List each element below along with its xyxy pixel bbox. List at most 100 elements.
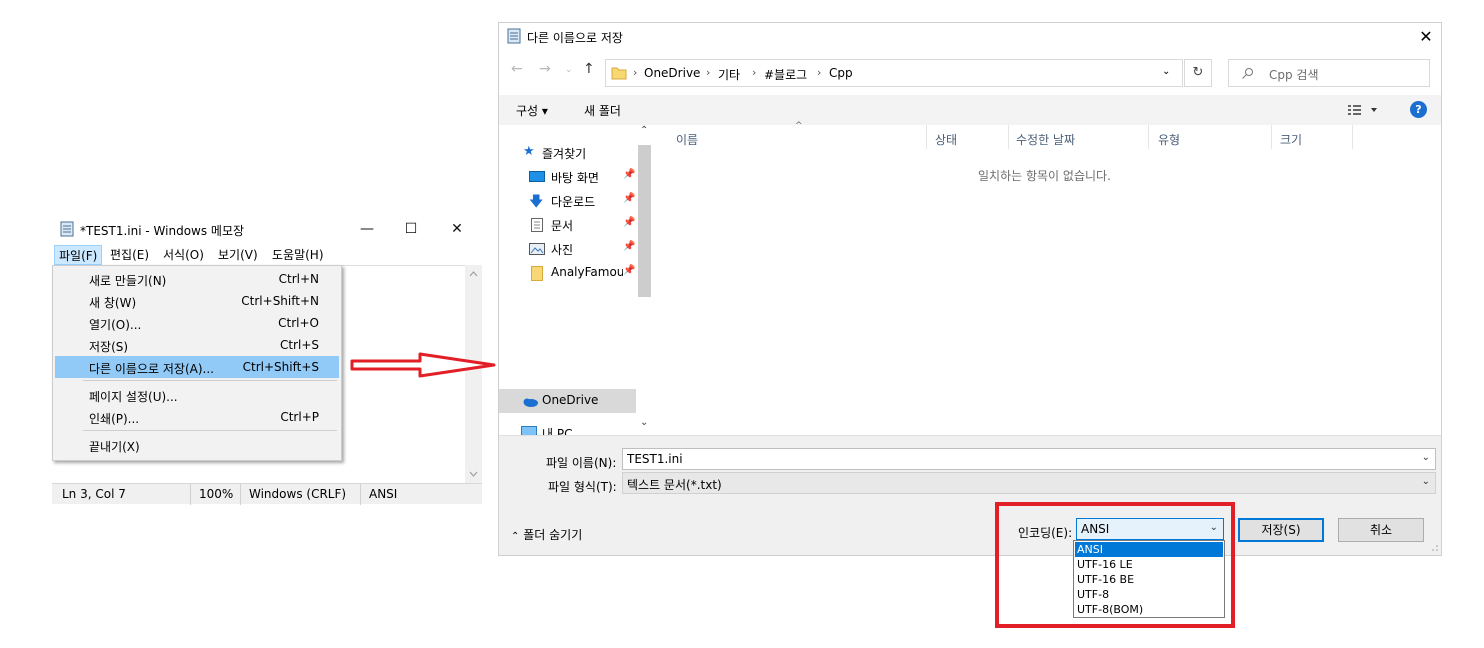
- breadcrumb-blog[interactable]: #블로그: [764, 66, 807, 83]
- nav-onedrive[interactable]: OneDrive: [499, 389, 636, 413]
- cloud-icon: [523, 398, 538, 407]
- column-status[interactable]: 상태: [935, 131, 957, 148]
- resize-grip-icon[interactable]: [1431, 544, 1439, 552]
- pin-icon: 📌: [623, 217, 636, 228]
- scroll-thumb[interactable]: [638, 145, 651, 297]
- close-button[interactable]: ✕: [434, 214, 480, 244]
- menu-item-save-as[interactable]: 다른 이름으로 저장(A)... Ctrl+Shift+S: [55, 356, 339, 378]
- cancel-button[interactable]: 취소: [1338, 518, 1424, 542]
- sort-arrow-icon: ^: [795, 121, 803, 131]
- computer-icon: [521, 426, 537, 435]
- filetype-label: 파일 형식(T):: [548, 480, 617, 494]
- forward-arrow-icon[interactable]: →: [539, 61, 551, 77]
- column-name[interactable]: 이름: [676, 131, 698, 148]
- nav-quick-access[interactable]: ★ 즐겨찾기: [499, 141, 636, 165]
- menu-format[interactable]: 서식(O): [159, 245, 208, 265]
- breadcrumb-cpp[interactable]: Cpp: [829, 66, 853, 80]
- scroll-down-icon[interactable]: ⌄: [640, 417, 648, 428]
- dialog-title: 다른 이름으로 저장: [527, 31, 623, 45]
- menu-item-exit[interactable]: 끝내기(X): [55, 434, 339, 456]
- folder-icon: [611, 67, 627, 80]
- address-bar[interactable]: › OneDrive › 기타 › #블로그 › Cpp ⌄: [605, 59, 1183, 87]
- menu-item-open[interactable]: 열기(O)... Ctrl+O: [55, 312, 339, 334]
- document-icon: [531, 218, 543, 232]
- pictures-icon: [529, 243, 545, 255]
- navigation-pane: ★ 즐겨찾기 바탕 화면 📌 🡇 다운로드 📌 문서 📌 사진 📌 AnalyF…: [499, 125, 653, 435]
- dialog-bottom-panel: 파일 이름(N): TEST1.ini ⌄ 파일 형식(T): 텍스트 문서(*…: [499, 435, 1441, 555]
- up-arrow-icon[interactable]: ↑: [583, 61, 595, 77]
- pin-icon: 📌: [623, 241, 636, 252]
- notepad-icon: [60, 221, 74, 237]
- refresh-button[interactable]: ↻: [1184, 59, 1212, 87]
- desktop-icon: [529, 171, 545, 182]
- menu-help[interactable]: 도움말(H): [268, 245, 328, 265]
- column-type[interactable]: 유형: [1158, 131, 1180, 148]
- search-icon: [1242, 68, 1253, 79]
- menu-separator: [83, 430, 337, 431]
- nav-item-documents[interactable]: 문서 📌: [499, 213, 636, 237]
- dialog-toolbar: 구성 ▾ 새 폴더 ?: [499, 95, 1441, 125]
- status-encoding: ANSI: [369, 487, 398, 501]
- file-list-pane: ^ 이름 상태 수정한 날짜 유형 크기 일치하는 항목이 없습니다.: [656, 121, 1441, 435]
- red-arrow-icon: [350, 352, 496, 378]
- save-as-dialog: 다른 이름으로 저장 ✕ ← → ⌄ ↑ › OneDrive › 기타 › #…: [498, 22, 1442, 556]
- help-icon[interactable]: ?: [1410, 101, 1427, 118]
- status-line-ending: Windows (CRLF): [249, 487, 347, 501]
- filetype-select[interactable]: 텍스트 문서(*.txt) ⌄: [622, 472, 1436, 494]
- star-icon: ★: [523, 144, 535, 159]
- recent-chevron-icon[interactable]: ⌄: [565, 65, 573, 75]
- menu-item-print[interactable]: 인쇄(P)... Ctrl+P: [55, 406, 339, 428]
- search-placeholder: Cpp 검색: [1269, 68, 1319, 82]
- nav-item-pictures[interactable]: 사진 📌: [499, 237, 636, 261]
- breadcrumb-onedrive[interactable]: OneDrive: [644, 66, 700, 80]
- filename-label: 파일 이름(N):: [546, 456, 617, 470]
- menu-edit[interactable]: 편집(E): [106, 245, 153, 265]
- notepad-title: *TEST1.ini - Windows 메모장: [80, 224, 245, 238]
- chevron-up-icon: ⌃: [511, 531, 520, 542]
- address-dropdown-icon[interactable]: ⌄: [1162, 66, 1170, 77]
- download-icon: 🡇: [529, 194, 544, 210]
- hide-folders-button[interactable]: ⌃ 폴더 숨기기: [511, 526, 582, 543]
- highlight-box: [995, 502, 1235, 628]
- notepad-icon: [507, 28, 521, 44]
- save-button[interactable]: 저장(S): [1238, 518, 1324, 542]
- folder-icon: [531, 266, 543, 281]
- filename-input[interactable]: TEST1.ini ⌄: [622, 448, 1436, 470]
- column-date-modified[interactable]: 수정한 날짜: [1016, 131, 1075, 148]
- pin-icon: 📌: [623, 193, 636, 204]
- breadcrumb-misc[interactable]: 기타: [718, 66, 740, 83]
- menu-bar: 파일(F) 편집(E) 서식(O) 보기(V) 도움말(H): [52, 245, 482, 265]
- nav-pane-scrollbar[interactable]: ⌃ ⌄: [636, 125, 653, 437]
- pin-icon: 📌: [623, 169, 636, 180]
- view-options-icon[interactable]: [1347, 104, 1381, 116]
- menu-item-new[interactable]: 새로 만들기(N) Ctrl+N: [55, 268, 339, 290]
- chevron-down-icon: ⌄: [1421, 476, 1430, 487]
- menu-file[interactable]: 파일(F): [54, 245, 103, 265]
- notepad-titlebar: *TEST1.ini - Windows 메모장 — ☐ ✕: [52, 214, 482, 244]
- organize-button[interactable]: 구성 ▾: [516, 102, 548, 119]
- nav-item-desktop[interactable]: 바탕 화면 📌: [499, 165, 636, 189]
- scroll-up-icon[interactable]: ⌃: [640, 125, 648, 136]
- search-box[interactable]: Cpp 검색: [1228, 59, 1430, 87]
- menu-item-save[interactable]: 저장(S) Ctrl+S: [55, 334, 339, 356]
- menu-view[interactable]: 보기(V): [214, 245, 262, 265]
- minimize-button[interactable]: —: [344, 214, 390, 244]
- column-size[interactable]: 크기: [1280, 131, 1302, 148]
- nav-this-pc[interactable]: 내 PC: [499, 421, 636, 435]
- new-folder-button[interactable]: 새 폴더: [584, 102, 621, 119]
- chevron-down-icon[interactable]: ⌄: [1422, 452, 1430, 463]
- back-arrow-icon[interactable]: ←: [511, 61, 523, 77]
- nav-item-folder[interactable]: AnalyFamoul 📌: [499, 261, 636, 285]
- maximize-button[interactable]: ☐: [388, 214, 434, 244]
- status-position: Ln 3, Col 7: [62, 487, 126, 501]
- status-bar: Ln 3, Col 7 100% Windows (CRLF) ANSI: [52, 483, 482, 505]
- menu-separator: [83, 380, 337, 381]
- file-menu-dropdown: 새로 만들기(N) Ctrl+N 새 창(W) Ctrl+Shift+N 열기(…: [52, 265, 342, 461]
- menu-item-page-setup[interactable]: 페이지 설정(U)...: [55, 384, 339, 406]
- nav-item-downloads[interactable]: 🡇 다운로드 📌: [499, 189, 636, 213]
- status-zoom: 100%: [199, 487, 234, 501]
- menu-item-new-window[interactable]: 새 창(W) Ctrl+Shift+N: [55, 290, 339, 312]
- pin-icon: 📌: [623, 265, 636, 276]
- empty-message: 일치하는 항목이 없습니다.: [978, 169, 1111, 183]
- dialog-close-button[interactable]: ✕: [1411, 25, 1441, 49]
